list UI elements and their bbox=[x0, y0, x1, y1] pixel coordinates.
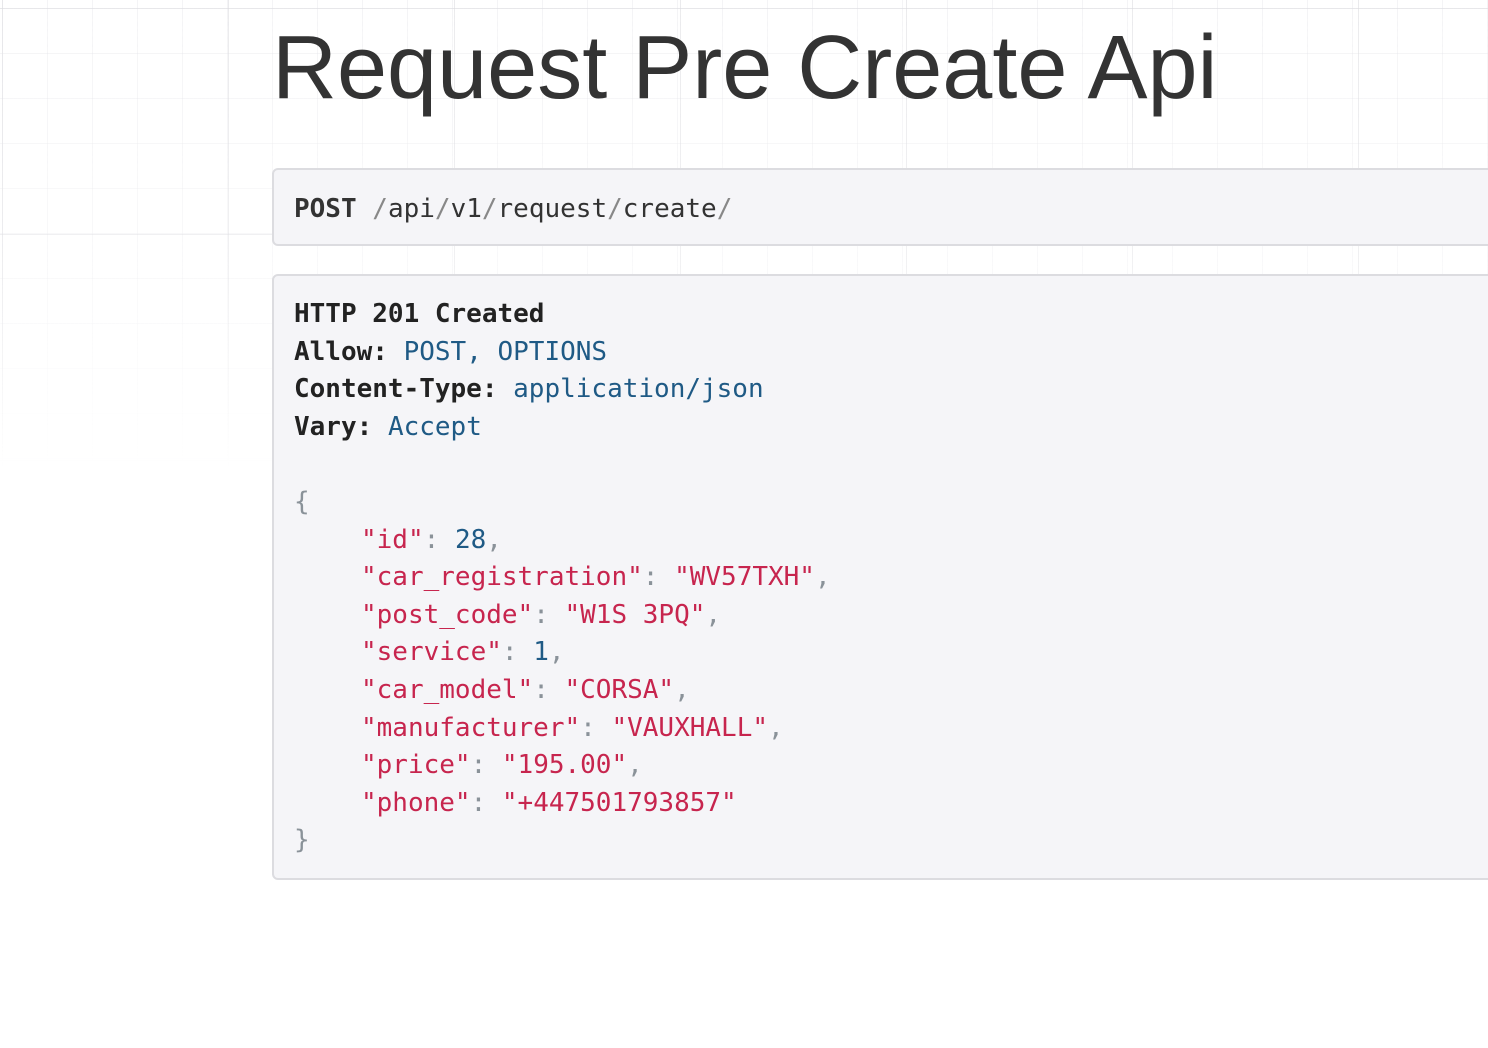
header-key: Allow: bbox=[294, 336, 388, 367]
json-field: "service": 1, bbox=[361, 637, 565, 668]
json-value: 1 bbox=[533, 637, 549, 668]
header-key: Content-Type: bbox=[294, 374, 498, 405]
json-field: "post_code": "W1S 3PQ", bbox=[361, 599, 722, 630]
json-key: "post_code" bbox=[361, 599, 534, 630]
json-value: "CORSA" bbox=[564, 674, 675, 705]
path-slash: / bbox=[607, 194, 623, 224]
json-value: "WV57TXH" bbox=[674, 562, 815, 593]
response-header: Vary: Accept bbox=[294, 409, 1488, 447]
page-title: Request Pre Create Api bbox=[272, 18, 1218, 118]
json-close-line: } bbox=[294, 822, 1488, 860]
json-value: 28 bbox=[454, 524, 487, 555]
path-segment: request bbox=[497, 194, 608, 224]
json-open-line: { bbox=[294, 484, 1488, 522]
json-value: "W1S 3PQ" bbox=[564, 599, 706, 630]
json-field: "manufacturer": "VAUXHALL", bbox=[361, 712, 784, 743]
response-status: HTTP 201 Created bbox=[294, 299, 545, 329]
json-close-brace: } bbox=[294, 825, 310, 856]
json-key: "id" bbox=[361, 524, 424, 555]
request-info: POST /api/v1/request/create/ bbox=[272, 168, 1488, 246]
header-value: POST, OPTIONS bbox=[403, 336, 608, 367]
json-field: "car_model": "CORSA", bbox=[361, 674, 690, 705]
path-segment: v1 bbox=[450, 194, 482, 224]
json-value: "+447501793857" bbox=[501, 787, 737, 818]
path-slash: / bbox=[481, 194, 498, 224]
json-field: "price": "195.00", bbox=[361, 750, 643, 781]
header-key: Vary: bbox=[294, 411, 373, 442]
response-status-line: HTTP 201 Created bbox=[294, 296, 1488, 334]
json-key: "car_registration" bbox=[361, 562, 643, 593]
json-field: "car_registration": "WV57TXH", bbox=[361, 562, 831, 593]
json-key: "car_model" bbox=[361, 674, 534, 705]
json-key: "phone" bbox=[361, 787, 471, 818]
path-segment: create bbox=[622, 194, 717, 224]
header-value: application/json bbox=[513, 374, 764, 405]
path-slash: / bbox=[716, 194, 733, 224]
header-value: Accept bbox=[387, 411, 482, 442]
json-key: "manufacturer" bbox=[361, 712, 581, 743]
json-open-brace: { bbox=[294, 486, 310, 517]
response-header: Allow: POST, OPTIONS bbox=[294, 334, 1488, 372]
json-value: "195.00" bbox=[501, 750, 628, 781]
json-field: "phone": "+447501793857" bbox=[361, 787, 737, 818]
path-segment: api bbox=[387, 194, 435, 224]
json-key: "service" bbox=[361, 637, 502, 668]
json-value: "VAUXHALL" bbox=[611, 712, 769, 743]
json-field: "id": 28, bbox=[361, 524, 502, 555]
path-slash: / bbox=[372, 194, 388, 224]
response-info: HTTP 201 Created Allow: POST, OPTIONS Cont… bbox=[272, 274, 1488, 880]
json-key: "price" bbox=[361, 750, 471, 781]
path-slash: / bbox=[434, 194, 451, 224]
request-method: POST bbox=[294, 194, 357, 224]
response-header: Content-Type: application/json bbox=[294, 371, 1488, 409]
